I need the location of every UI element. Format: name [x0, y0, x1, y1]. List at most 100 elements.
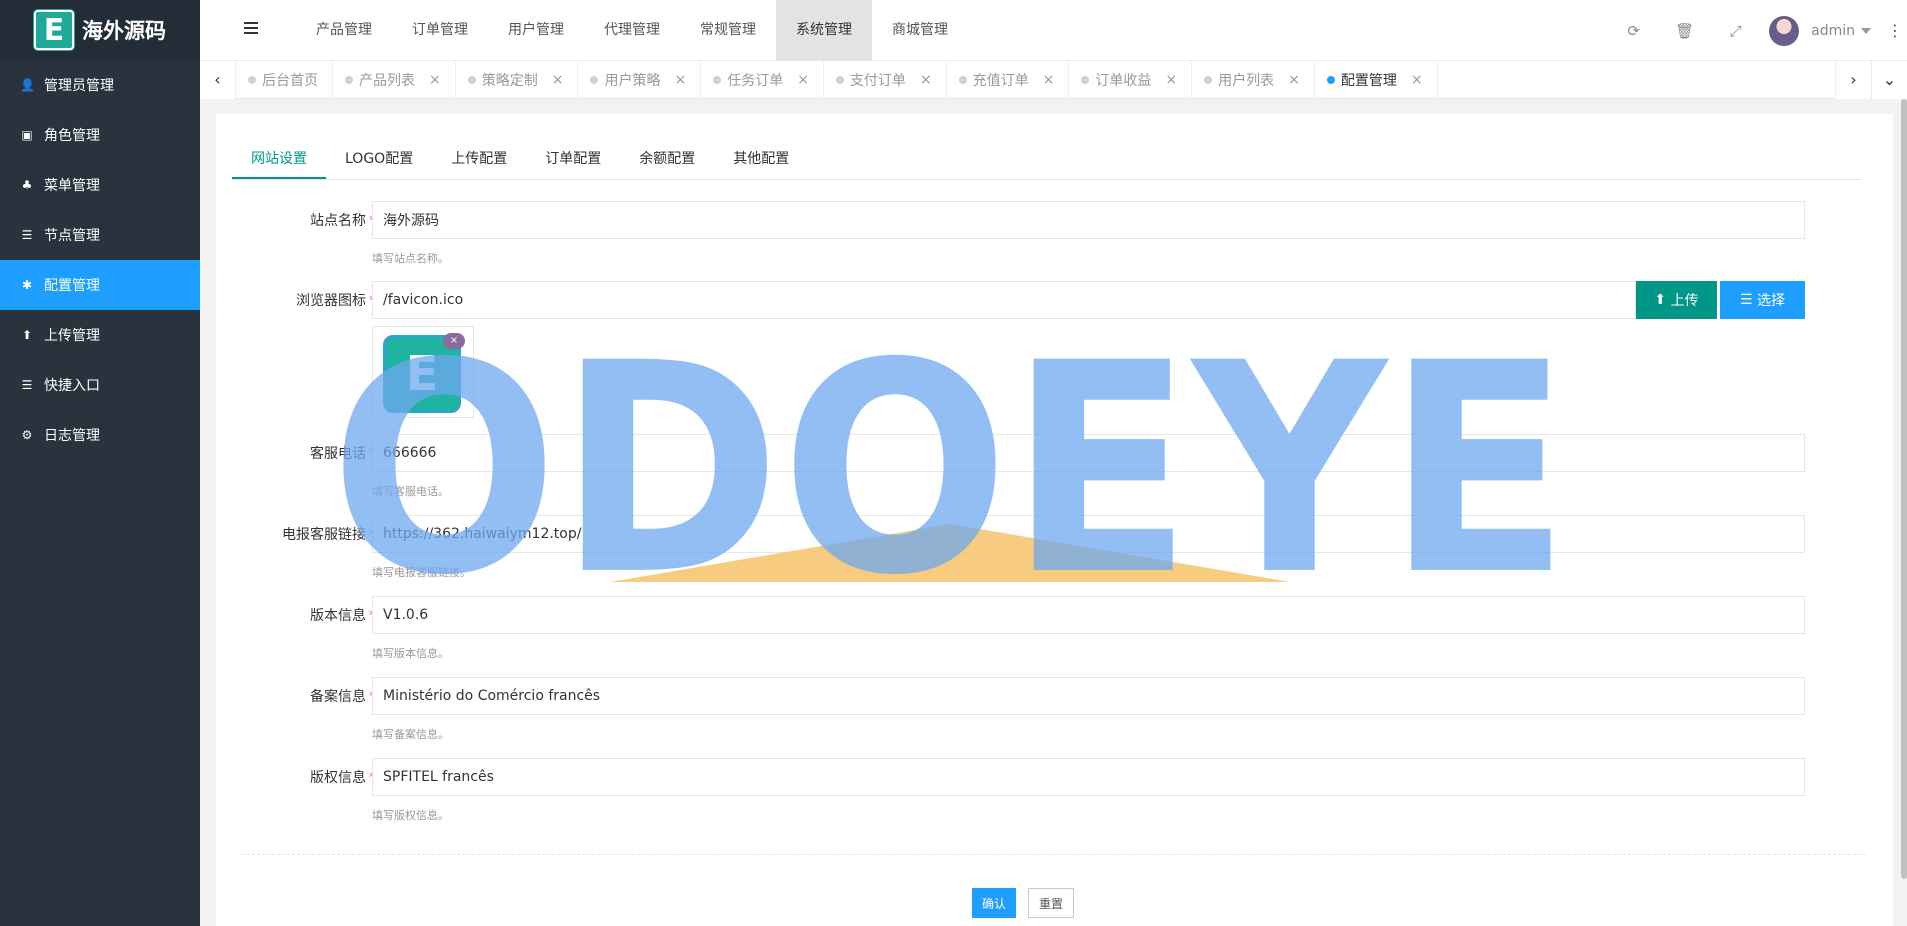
subtab-0[interactable]: 网站设置	[232, 140, 326, 179]
tabs-scroll-left-icon[interactable]: ‹	[200, 61, 236, 99]
tab-5[interactable]: 支付订单 ×	[824, 61, 947, 99]
record-label: 备案信息*	[310, 689, 376, 705]
tab-label: 订单收益	[1095, 73, 1152, 89]
logo-mark: E	[34, 10, 74, 50]
service-phone-input[interactable]	[372, 434, 1805, 472]
close-icon[interactable]: ×	[920, 72, 932, 88]
sidebar-item-label: 日志管理	[44, 428, 100, 444]
tab-4[interactable]: 任务订单 ×	[701, 61, 824, 99]
close-icon[interactable]: ×	[429, 72, 441, 88]
reset-button[interactable]: 重置	[1028, 888, 1074, 918]
tab-label: 任务订单	[727, 73, 784, 89]
sidebar-item-label: 上传管理	[44, 328, 100, 344]
close-icon[interactable]: ×	[797, 72, 809, 88]
tab-label: 配置管理	[1340, 73, 1397, 89]
user-icon: 👤	[20, 78, 35, 92]
tab-0[interactable]: 后台首页	[236, 61, 333, 99]
topnav-item-0[interactable]: 产品管理	[296, 0, 392, 61]
topnav-item-2[interactable]: 用户管理	[488, 0, 584, 61]
topnav-item-4[interactable]: 常规管理	[680, 0, 776, 61]
tab-label: 产品列表	[359, 73, 415, 89]
copyright-label: 版权信息*	[310, 770, 376, 786]
subtab-1[interactable]: LOGO配置	[326, 140, 432, 179]
page-scrollbar[interactable]	[1901, 99, 1907, 879]
sidebar-item-7[interactable]: ⚙ 日志管理	[0, 410, 200, 460]
select-button[interactable]: ☰ 选择	[1720, 281, 1805, 319]
form-divider	[242, 854, 1866, 855]
tree-icon: ♣	[21, 178, 33, 192]
upload-arrow-icon: ⬆	[21, 328, 33, 342]
chevron-down-icon[interactable]	[1861, 27, 1871, 34]
gear-icon: ✱	[21, 278, 33, 292]
close-icon[interactable]: ×	[1043, 72, 1055, 88]
close-icon[interactable]: ×	[552, 72, 564, 88]
close-icon[interactable]: ×	[1411, 72, 1423, 88]
site-name-tip: 填写站点名称。	[372, 252, 449, 265]
copyright-input[interactable]	[372, 758, 1805, 796]
sidebar-item-5[interactable]: ⬆ 上传管理	[0, 310, 200, 360]
upload-button[interactable]: ⬆ 上传	[1636, 281, 1717, 319]
tab-label: 策略定制	[481, 73, 538, 89]
favicon-input[interactable]	[372, 281, 1636, 319]
sidebar-item-4[interactable]: ✱ 配置管理	[0, 260, 200, 310]
tab-label: 用户策略	[604, 73, 661, 89]
sidebar-item-1[interactable]: ▣ 角色管理	[0, 110, 200, 160]
record-tip: 填写备案信息。	[372, 728, 449, 741]
tab-9[interactable]: 配置管理 ×	[1315, 61, 1438, 99]
trash-icon[interactable]: 🗑	[1659, 22, 1710, 40]
config-subtabs: 网站设置 LOGO配置 上传配置 订单配置 余额配置 其他配置	[232, 140, 1862, 180]
subtab-2[interactable]: 上传配置	[432, 140, 526, 179]
tab-2[interactable]: 策略定制 ×	[456, 61, 579, 99]
sidebar-item-0[interactable]: 👤 管理员管理	[0, 60, 200, 110]
list-icon: ☰	[21, 228, 33, 242]
topnav-item-1[interactable]: 订单管理	[392, 0, 488, 61]
fullscreen-icon[interactable]: ⤢	[1710, 22, 1761, 40]
site-name-input[interactable]	[372, 201, 1805, 239]
site-name-label: 站点名称*	[310, 213, 376, 229]
record-input[interactable]	[372, 677, 1805, 715]
topnav-item-5[interactable]: 系统管理	[776, 0, 872, 61]
user-name[interactable]: admin	[1811, 23, 1855, 39]
tabs-scroll-right-icon[interactable]: ›	[1835, 61, 1871, 99]
close-icon[interactable]: ×	[1165, 72, 1177, 88]
tab-status-dot	[1326, 76, 1335, 84]
version-input[interactable]	[372, 596, 1805, 634]
close-icon[interactable]: ×	[1288, 72, 1300, 88]
sidebar-item-6[interactable]: ☰ 快捷入口	[0, 360, 200, 410]
tab-8[interactable]: 用户列表 ×	[1192, 61, 1315, 99]
service-phone-tip: 填写客服电话。	[372, 485, 449, 498]
subtab-4[interactable]: 余额配置	[620, 140, 714, 179]
telegram-link-input[interactable]	[372, 515, 1805, 553]
menu-toggle-icon[interactable]	[244, 22, 258, 36]
subtab-3[interactable]: 订单配置	[526, 140, 620, 179]
tab-label: 用户列表	[1218, 73, 1275, 89]
close-icon[interactable]: ×	[674, 72, 686, 88]
service-phone-label: 客服电话*	[310, 446, 376, 462]
tab-status-dot	[835, 76, 844, 84]
sidebar-item-2[interactable]: ♣ 菜单管理	[0, 160, 200, 210]
tab-6[interactable]: 充值订单 ×	[947, 61, 1070, 99]
sidebar-item-3[interactable]: ☰ 节点管理	[0, 210, 200, 260]
refresh-icon[interactable]: ⟳	[1608, 22, 1659, 40]
tab-3[interactable]: 用户策略 ×	[578, 61, 702, 99]
role-icon: ▣	[21, 128, 33, 142]
upload-icon: ⬆	[1654, 292, 1671, 308]
top-nav: 产品管理 订单管理 用户管理 代理管理 常规管理 系统管理 商城管理	[296, 0, 968, 61]
sidebar-item-label: 管理员管理	[44, 78, 114, 94]
topnav-item-3[interactable]: 代理管理	[584, 0, 680, 61]
tab-status-dot	[590, 76, 599, 84]
app-title: 海外源码	[82, 19, 166, 43]
tab-status-dot	[345, 76, 353, 84]
copyright-tip: 填写版权信息。	[372, 809, 449, 822]
avatar[interactable]	[1769, 15, 1800, 46]
favicon-delete-icon[interactable]: ×	[443, 333, 465, 349]
confirm-button[interactable]: 确认	[972, 888, 1016, 918]
tab-1[interactable]: 产品列表 ×	[333, 61, 456, 99]
tab-7[interactable]: 订单收益 ×	[1069, 61, 1193, 99]
tabs-menu-chevron-icon[interactable]: ⌄	[1871, 61, 1907, 99]
subtab-5[interactable]: 其他配置	[714, 140, 808, 179]
topnav-item-6[interactable]: 商城管理	[872, 0, 968, 61]
more-vertical-icon[interactable]: ⋮	[1883, 21, 1907, 40]
app-logo[interactable]: E 海外源码	[0, 0, 200, 60]
tab-label: 后台首页	[262, 73, 318, 89]
